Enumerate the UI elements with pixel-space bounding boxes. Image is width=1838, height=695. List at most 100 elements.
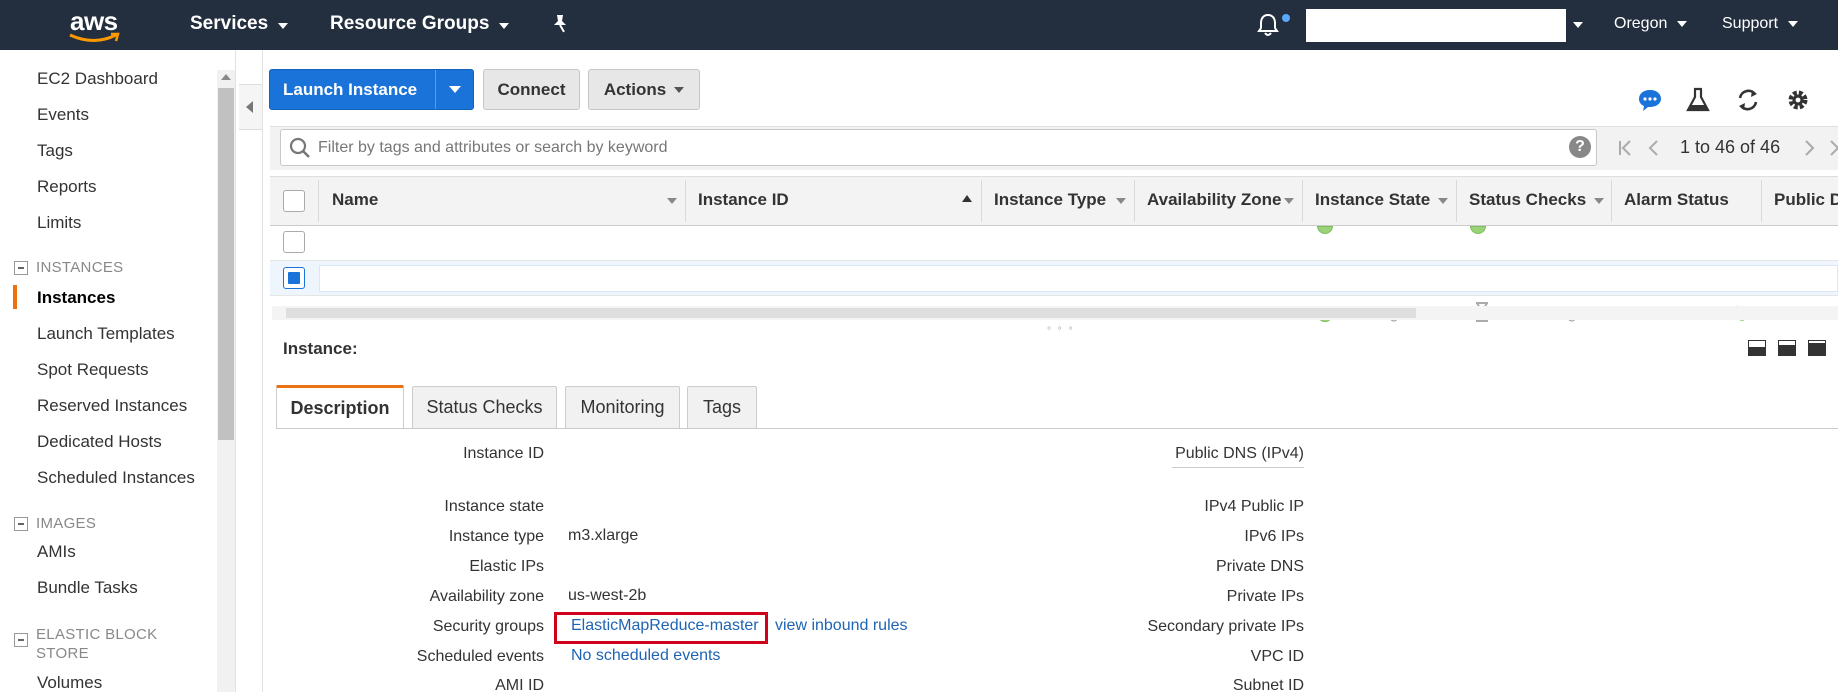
resource-groups-menu[interactable]: Resource Groups <box>330 13 510 35</box>
connect-button[interactable]: Connect <box>483 69 580 110</box>
region-label: Oregon <box>1614 15 1668 32</box>
view-inbound-rules-link[interactable]: view inbound rules <box>775 617 908 635</box>
row-checkbox[interactable] <box>283 231 305 253</box>
column-separator <box>1611 180 1612 222</box>
scrollbar-thumb[interactable] <box>286 308 1416 318</box>
divider <box>1172 467 1304 468</box>
tab-divider <box>276 428 1838 429</box>
column-separator <box>685 180 686 222</box>
support-menu[interactable]: Support <box>1722 15 1799 33</box>
layout-full-pane-icon[interactable] <box>1808 340 1826 356</box>
launch-dropdown-button[interactable] <box>436 86 473 93</box>
settings-gear-icon[interactable] <box>1784 86 1812 114</box>
chevron-down-icon <box>448 86 461 93</box>
account-search-field[interactable] <box>1306 9 1566 42</box>
table-horizontal-scrollbar[interactable] <box>272 306 1838 320</box>
first-page-icon[interactable] <box>1617 138 1635 158</box>
next-page-icon[interactable] <box>1800 138 1818 158</box>
resize-grip-icon[interactable]: ° ° ° <box>1047 326 1075 337</box>
sidebar-item-bundle-tasks[interactable]: Bundle Tasks <box>37 578 138 598</box>
column-separator <box>981 180 982 222</box>
scheduled-events-link[interactable]: No scheduled events <box>571 647 720 665</box>
column-header-name[interactable]: Name <box>332 190 378 210</box>
tab-description[interactable]: Description <box>276 385 404 428</box>
pin-icon[interactable] <box>550 13 570 35</box>
layout-bottom-pane-icon[interactable] <box>1748 340 1766 356</box>
sidebar-section-elastic-block-store[interactable]: ELASTIC BLOCK STORE <box>14 625 204 663</box>
section-label: IMAGES <box>36 515 97 532</box>
services-menu[interactable]: Services <box>190 13 289 35</box>
label-elastic-ips: Elastic IPs <box>469 558 544 575</box>
region-menu[interactable]: Oregon <box>1614 15 1688 33</box>
sidebar-item-ec2-dashboard[interactable]: EC2 Dashboard <box>37 69 158 89</box>
collapse-minus-icon <box>14 517 28 531</box>
refresh-icon[interactable] <box>1734 86 1762 114</box>
last-page-icon[interactable] <box>1826 138 1838 158</box>
section-label: INSTANCES <box>36 259 124 276</box>
table-row-selected[interactable] <box>270 261 1838 296</box>
chevron-down-icon <box>499 22 510 29</box>
column-header-instance-id[interactable]: Instance ID <box>698 190 789 210</box>
sidebar-item-volumes[interactable]: Volumes <box>37 673 102 692</box>
column-header-instance-state[interactable]: Instance State <box>1315 190 1430 210</box>
sidebar-item-reports[interactable]: Reports <box>37 177 97 197</box>
sort-ascending-icon[interactable] <box>962 195 972 202</box>
sidebar-item-dedicated-hosts[interactable]: Dedicated Hosts <box>37 432 162 452</box>
sidebar-item-scheduled-instances[interactable]: Scheduled Instances <box>37 468 195 488</box>
column-separator <box>1302 180 1303 222</box>
table-row[interactable] <box>270 226 1838 261</box>
account-dropdown-chevron-icon[interactable] <box>1573 22 1583 28</box>
layout-split-pane-icon[interactable] <box>1778 340 1796 356</box>
column-menu-chevron-icon[interactable] <box>1284 198 1294 204</box>
tab-status-checks[interactable]: Status Checks <box>412 386 557 428</box>
row-checkbox-checked[interactable] <box>283 267 305 289</box>
sidebar-item-instances[interactable]: Instances <box>37 288 115 308</box>
scrollbar-thumb[interactable] <box>218 88 234 440</box>
label-availability-zone: Availability zone <box>429 588 544 605</box>
notifications-bell-icon[interactable] <box>1256 12 1280 38</box>
flask-labs-icon[interactable] <box>1684 86 1712 114</box>
filter-search-input[interactable] <box>318 134 1558 162</box>
scroll-up-arrow-icon[interactable] <box>221 74 231 80</box>
column-menu-chevron-icon[interactable] <box>1438 198 1448 204</box>
sidebar-item-amis[interactable]: AMIs <box>37 542 76 562</box>
label-subnet-id: Subnet ID <box>1232 677 1304 694</box>
launch-instance-button[interactable]: Launch Instance <box>269 69 474 110</box>
tab-tags[interactable]: Tags <box>687 386 757 428</box>
label-secondary-private-ips: Secondary private IPs <box>1147 618 1304 635</box>
chevron-down-icon <box>278 22 289 29</box>
sidebar-item-launch-templates[interactable]: Launch Templates <box>37 324 175 344</box>
select-all-checkbox[interactable] <box>283 190 305 212</box>
label-vpc-id: VPC ID <box>1250 648 1304 665</box>
sidebar-section-instances[interactable]: INSTANCES <box>14 259 123 276</box>
collapse-sidebar-button[interactable] <box>239 84 263 130</box>
column-header-alarm-status[interactable]: Alarm Status <box>1624 190 1729 210</box>
column-menu-chevron-icon[interactable] <box>1116 198 1126 204</box>
sidebar-item-reserved-instances[interactable]: Reserved Instances <box>37 396 187 416</box>
sidebar-item-limits[interactable]: Limits <box>37 213 81 233</box>
column-header-public-dns[interactable]: Public D <box>1774 190 1838 210</box>
column-header-status-checks[interactable]: Status Checks <box>1469 190 1586 210</box>
collapse-minus-icon <box>14 261 28 275</box>
column-header-instance-type[interactable]: Instance Type <box>994 190 1106 210</box>
column-menu-chevron-icon[interactable] <box>667 198 677 204</box>
sidebar-item-events[interactable]: Events <box>37 105 89 125</box>
support-label: Support <box>1722 15 1779 32</box>
tab-monitoring[interactable]: Monitoring <box>565 386 680 428</box>
resource-groups-label: Resource Groups <box>330 13 490 34</box>
sidebar-item-spot-requests[interactable]: Spot Requests <box>37 360 149 380</box>
actions-button[interactable]: Actions <box>588 69 700 110</box>
sidebar-section-images[interactable]: IMAGES <box>14 515 96 532</box>
chevron-down-icon <box>1677 21 1688 27</box>
instance-details-title: Instance: <box>283 339 358 358</box>
sidebar-item-tags[interactable]: Tags <box>37 141 73 161</box>
column-header-availability-zone[interactable]: Availability Zone <box>1147 190 1281 210</box>
help-icon[interactable]: ? <box>1569 136 1591 158</box>
sidebar-scrollbar[interactable] <box>217 70 235 692</box>
security-group-link[interactable]: ElasticMapReduce-master <box>571 617 759 635</box>
previous-page-icon[interactable] <box>1645 138 1663 158</box>
chat-feedback-icon[interactable] <box>1636 86 1664 114</box>
label-scheduled-events: Scheduled events <box>416 648 544 665</box>
aws-logo[interactable]: aws <box>68 6 128 44</box>
column-menu-chevron-icon[interactable] <box>1594 198 1604 204</box>
